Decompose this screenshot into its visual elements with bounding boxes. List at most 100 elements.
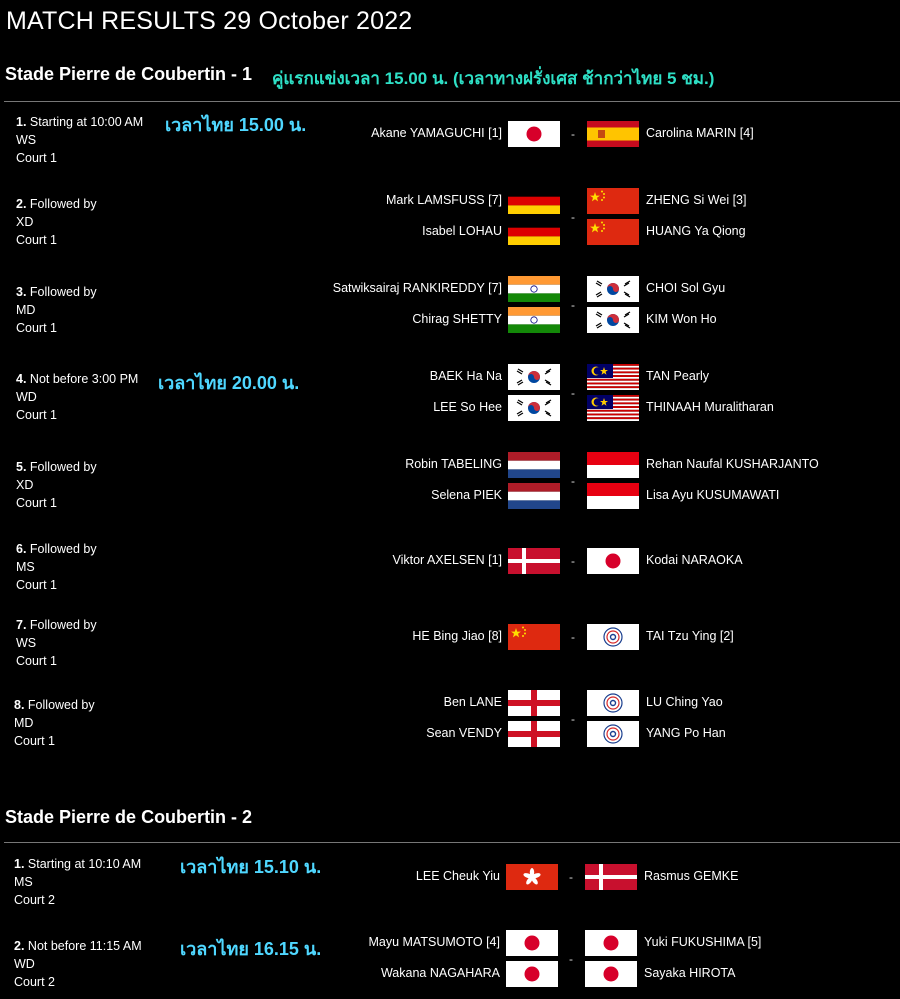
thai-time: เวลาไทย 15.10 น. (180, 857, 322, 877)
match-event: WD (14, 957, 35, 971)
player-left-name[interactable]: Isabel LOHAU (422, 224, 502, 238)
denmark-flag-icon (508, 548, 560, 574)
player-left-name[interactable]: Chirag SHETTY (412, 312, 502, 326)
match-time: Followed by (29, 542, 97, 556)
player-left-name[interactable]: LEE So Hee (433, 400, 502, 414)
japan-flag-icon (506, 961, 558, 987)
player-left-name[interactable]: Mark LAMSFUSS [7] (386, 193, 502, 207)
match-number: 1. (16, 115, 27, 129)
japan-flag-icon (585, 930, 637, 956)
match-event: WS (16, 636, 37, 650)
player-left-name[interactable]: HE Bing Jiao [8] (412, 629, 502, 643)
player-left-name[interactable]: Viktor AXELSEN [1] (392, 553, 502, 567)
match-court: Court 2 (14, 975, 55, 989)
match-info: 1. Starting at 10:10 AM MS Court 2 (14, 855, 141, 909)
malaysia-flag-icon (587, 395, 639, 421)
china-flag-icon (587, 188, 639, 214)
vs-separator: - (571, 297, 575, 312)
player-right-name[interactable]: TAI Tzu Ying [2] (646, 629, 734, 643)
player-right-name[interactable]: ZHENG Si Wei [3] (646, 193, 746, 207)
thai-time: เวลาไทย 16.15 น. (180, 939, 322, 959)
player-right-name[interactable]: LU Ching Yao (646, 695, 723, 709)
match-time: Not before 11:15 AM (27, 939, 142, 953)
match-info: 1. Starting at 10:00 AM WS Court 1 (16, 113, 143, 167)
vs-separator: - (569, 951, 573, 966)
player-left-name[interactable]: Akane YAMAGUCHI [1] (371, 126, 502, 140)
match-event: WD (16, 390, 37, 404)
player-right-name[interactable]: HUANG Ya Qiong (646, 224, 746, 238)
player-left-name[interactable]: Ben LANE (444, 695, 502, 709)
netherlands-flag-icon (508, 483, 560, 509)
match-info: 8. Followed by MD Court 1 (14, 696, 95, 750)
player-right-name[interactable]: TAN Pearly (646, 369, 709, 383)
player-left-name[interactable]: BAEK Ha Na (430, 369, 502, 383)
match-time: Starting at 10:00 AM (29, 115, 144, 129)
match-court: Court 1 (14, 734, 55, 748)
match-number: 6. (16, 542, 27, 556)
match-court: Court 1 (16, 151, 57, 165)
match-time: Followed by (29, 460, 97, 474)
match-info: 3. Followed by MD Court 1 (16, 283, 97, 337)
player-right-name[interactable]: Rasmus GEMKE (644, 869, 738, 883)
match-number: 8. (14, 698, 25, 712)
vs-separator: - (571, 127, 575, 141)
match-time: Followed by (27, 698, 95, 712)
venue-heading-2: Stade Pierre de Coubertin - 2 (5, 807, 253, 827)
player-right-name[interactable]: Carolina MARIN [4] (646, 126, 754, 140)
vs-separator: - (571, 385, 575, 400)
player-right-name[interactable]: Lisa Ayu KUSUMAWATI (646, 488, 779, 502)
match-event: MD (14, 716, 34, 730)
player-right-name[interactable]: YANG Po Han (646, 726, 726, 740)
player-right-name[interactable]: Rehan Naufal KUSHARJANTO (646, 457, 819, 471)
vs-separator: - (571, 209, 575, 224)
thai-time: เวลาไทย 15.00 น. (165, 115, 307, 135)
india-flag-icon (508, 276, 560, 302)
match-court: Court 1 (16, 233, 57, 247)
player-right-name[interactable]: CHOI Sol Gyu (646, 281, 725, 295)
vs-separator: - (571, 711, 575, 726)
match-time: Not before 3:00 PM (29, 372, 139, 386)
match-number: 2. (14, 939, 25, 953)
player-left-name[interactable]: LEE Cheuk Yiu (416, 869, 500, 883)
player-right-name[interactable]: Yuki FUKUSHIMA [5] (644, 935, 761, 949)
korea-flag-icon (587, 276, 639, 302)
player-right-name[interactable]: Kodai NARAOKA (646, 553, 743, 567)
venue-divider-1 (4, 101, 900, 102)
match-court: Court 1 (16, 654, 57, 668)
player-left-name[interactable]: Robin TABELING (405, 457, 502, 471)
player-right-name[interactable]: KIM Won Ho (646, 312, 717, 326)
taipei-flag-icon (587, 721, 639, 747)
player-right-name[interactable]: THINAAH Muralitharan (646, 400, 774, 414)
germany-flag-icon (508, 219, 560, 245)
player-left-name[interactable]: Satwiksairaj RANKIREDDY [7] (333, 281, 502, 295)
taipei-flag-icon (587, 624, 639, 650)
match-number: 3. (16, 285, 27, 299)
match-number: 2. (16, 197, 27, 211)
player-left-name[interactable]: Mayu MATSUMOTO [4] (368, 935, 500, 949)
vs-separator: - (571, 630, 575, 644)
player-left-name[interactable]: Selena PIEK (431, 488, 502, 502)
thai-time: เวลาไทย 20.00 น. (158, 373, 300, 393)
denmark-flag-icon (585, 864, 637, 890)
vs-separator: - (569, 870, 573, 884)
match-event: XD (16, 478, 34, 492)
match-event: MS (14, 875, 33, 889)
match-info: 2. Not before 11:15 AM WD Court 2 (14, 937, 142, 991)
match-info: 2. Followed by XD Court 1 (16, 195, 97, 249)
england-flag-icon (508, 721, 560, 747)
korea-flag-icon (508, 395, 560, 421)
match-time: Followed by (29, 197, 97, 211)
player-left-name[interactable]: Sean VENDY (426, 726, 502, 740)
venue-note-1: คู่แรกแข่งเวลา 15.00 น. (เวลาทางฝรั่งเศส… (272, 69, 715, 88)
match-time: Followed by (29, 618, 97, 632)
player-right-name[interactable]: Sayaka HIROTA (644, 966, 735, 980)
korea-flag-icon (587, 307, 639, 333)
netherlands-flag-icon (508, 452, 560, 478)
japan-flag-icon (506, 930, 558, 956)
china-flag-icon (587, 219, 639, 245)
vs-separator: - (571, 554, 575, 568)
match-time: Starting at 10:10 AM (27, 857, 142, 871)
player-left-name[interactable]: Wakana NAGAHARA (381, 966, 500, 980)
venue-divider-2 (4, 842, 900, 843)
match-event: WS (16, 133, 37, 147)
